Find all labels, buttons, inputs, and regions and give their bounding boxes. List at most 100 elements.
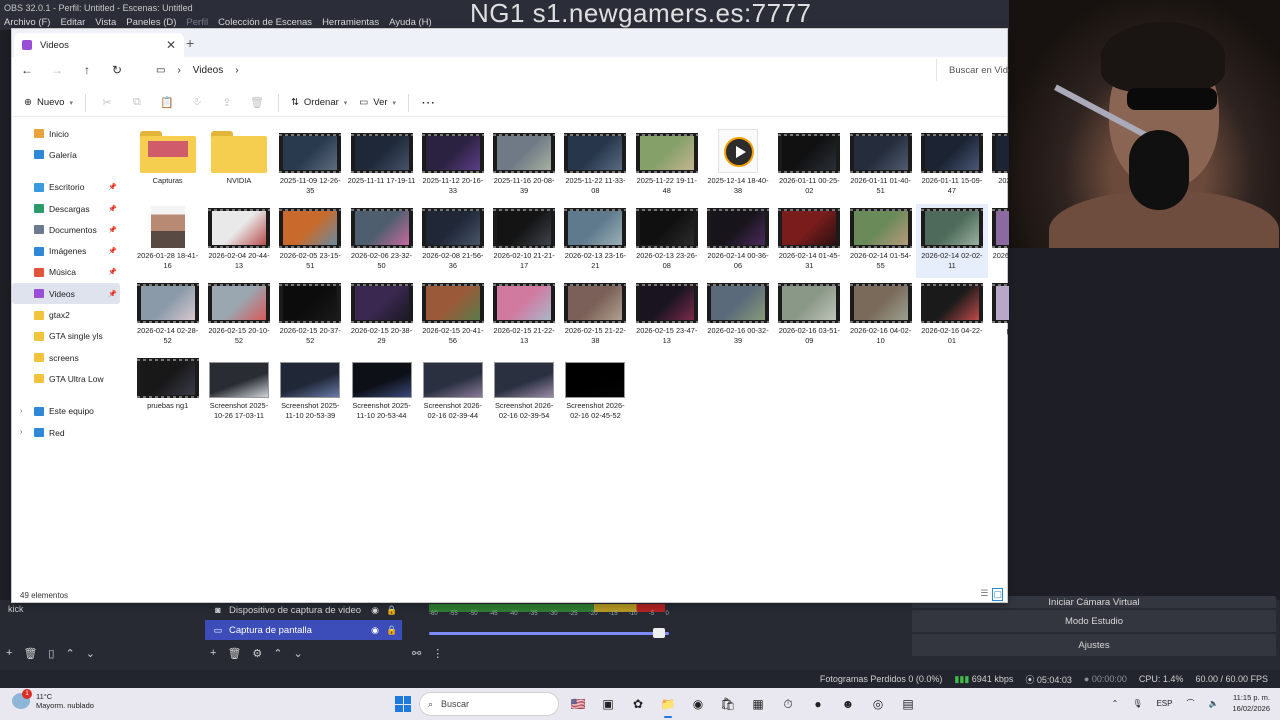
sidebar-item-gta-ultra-low[interactable]: GTA Ultra Low: [12, 368, 120, 389]
new-button[interactable]: ⊕ Nuevo ▾: [24, 97, 73, 108]
file-item[interactable]: 2026-02-15 20-10-52: [203, 279, 274, 353]
file-item[interactable]: 2025-11-22 19-11-48: [631, 129, 702, 203]
file-item[interactable]: Screenshot 2025-11-10 20-53-44: [346, 354, 417, 428]
file-item[interactable]: 2026-02-15 20-38-29: [346, 279, 417, 353]
file-item[interactable]: 2026-01-11 15-: [988, 129, 1009, 203]
address-bar[interactable]: ▭ › Videos ›: [152, 59, 932, 81]
menu-profile[interactable]: Perfil: [186, 17, 208, 28]
file-item[interactable]: 2026-02-15 21-22-38: [560, 279, 631, 353]
file-item[interactable]: 2026-02-13 23-16-21: [560, 204, 631, 278]
flag-icon[interactable]: 🇺🇸: [567, 693, 589, 715]
up-icon[interactable]: ↑: [72, 63, 102, 77]
file-item[interactable]: Screenshot 2025-11-10 20-53-39: [275, 354, 346, 428]
file-item[interactable]: 2026-01-28 18-41-16: [132, 204, 203, 278]
menu-file[interactable]: Archivo (F): [4, 17, 50, 28]
source-item[interactable]: ◙ Dispositivo de captura de video ◉ 🔒: [205, 600, 402, 620]
sidebar-item-gtax2[interactable]: gtax2: [12, 304, 120, 325]
sidebar-item-descargas[interactable]: Descargas 📌: [12, 198, 120, 219]
scene-filter-icon[interactable]: ▯: [48, 647, 54, 660]
sort-button[interactable]: ⇅ Ordenar ▾: [291, 97, 347, 108]
file-item[interactable]: 2026-02-15 21-22-13: [488, 279, 559, 353]
volume-knob[interactable]: [653, 628, 665, 638]
source-down-icon[interactable]: ⌄: [294, 647, 303, 660]
tab-videos[interactable]: Videos ✕: [14, 33, 184, 57]
lock-icon[interactable]: 🔒: [386, 625, 397, 636]
volume-slider[interactable]: [429, 632, 669, 635]
details-view-icon[interactable]: ☰: [980, 588, 988, 601]
volume-icon[interactable]: 🔈: [1208, 699, 1218, 708]
sidebar-item-screens[interactable]: screens: [12, 347, 120, 368]
taskbar-search[interactable]: ⌕ Buscar: [419, 692, 559, 716]
sidebar-item-red[interactable]: › Red: [12, 422, 120, 443]
file-item[interactable]: 2026-02-16 03-51-09: [774, 279, 845, 353]
cut-icon[interactable]: ✂: [98, 96, 116, 109]
file-item[interactable]: 2025-11-11 17-19-11: [346, 129, 417, 203]
file-item[interactable]: 2026-02-15 20-41-56: [417, 279, 488, 353]
rename-icon[interactable]: ⎀: [188, 96, 206, 109]
file-item[interactable]: 2026-02-14 02-28-52: [132, 279, 203, 353]
sidebar-item-este-equipo[interactable]: › Este equipo: [12, 401, 120, 422]
file-item[interactable]: 2026-02-06 23-32-50: [346, 204, 417, 278]
menu-scene-collection[interactable]: Colección de Escenas: [218, 17, 312, 28]
file-item[interactable]: pruebas 2: [988, 279, 1009, 353]
sidebar-item-videos[interactable]: Videos 📌: [12, 283, 120, 305]
close-icon[interactable]: ✕: [166, 38, 176, 52]
eye-icon[interactable]: ◉: [370, 625, 380, 636]
chevron-right-icon[interactable]: ›: [20, 408, 22, 415]
remove-source-icon[interactable]: 🗑: [227, 647, 241, 660]
language-indicator[interactable]: ESP: [1156, 699, 1172, 708]
clock[interactable]: 11:15 p. m. 16/02/2026: [1232, 692, 1270, 714]
file-item[interactable]: 2026-02-15 23-47-13: [631, 279, 702, 353]
file-item[interactable]: 2025-11-22 11-33-08: [560, 129, 631, 203]
sidebar-item-im-genes[interactable]: Imágenes 📌: [12, 240, 120, 261]
more-options-icon[interactable]: ⋯: [421, 94, 435, 111]
task-view-icon[interactable]: ▣: [597, 693, 619, 715]
add-source-icon[interactable]: +: [210, 647, 216, 660]
tray-chevron-icon[interactable]: ⌃: [1112, 699, 1119, 708]
search-input[interactable]: Buscar en Videos: [936, 59, 1009, 81]
file-item[interactable]: 2026-01-11 00-25-02: [774, 129, 845, 203]
lock-icon[interactable]: 🔒: [386, 605, 397, 616]
sidebar-item-inicio[interactable]: Inicio: [12, 123, 120, 144]
back-icon[interactable]: ←: [12, 63, 42, 77]
menu-tools[interactable]: Herramientas: [322, 17, 379, 28]
source-settings-icon[interactable]: ⚙: [252, 647, 262, 660]
eye-icon[interactable]: ◉: [370, 605, 380, 616]
obs-icon[interactable]: ◎: [867, 693, 889, 715]
file-item[interactable]: pruebas ng1: [132, 354, 203, 428]
move-up-icon[interactable]: ⌃: [65, 647, 74, 660]
file-item[interactable]: NVIDIA: [203, 129, 274, 203]
file-item[interactable]: 2026-02-16 04-02-10: [845, 279, 916, 353]
photo-app-icon[interactable]: ▤: [897, 693, 919, 715]
discord-icon[interactable]: ☻: [837, 693, 859, 715]
file-item[interactable]: 2026-02-10 21-21-17: [488, 204, 559, 278]
breadcrumb-videos[interactable]: Videos: [193, 65, 223, 76]
file-item[interactable]: 2026-02-14 02-02-11: [916, 204, 988, 278]
refresh-icon[interactable]: ↻: [102, 63, 132, 77]
weather-widget[interactable]: 1 11°C Mayorm. nublado: [12, 689, 94, 710]
file-item[interactable]: 2025-12-14 18-40-38: [702, 129, 773, 203]
file-item[interactable]: 2026-02-13 23-26-08: [631, 204, 702, 278]
menu-edit[interactable]: Editar: [60, 17, 85, 28]
sidebar-item-gta-single-yls[interactable]: GTA single yls: [12, 326, 120, 347]
share-icon[interactable]: ⇪: [218, 96, 236, 109]
file-item[interactable]: 2026-02-16 04-22-01: [916, 279, 987, 353]
file-item[interactable]: Screenshot 2026-02-16 02-45-52: [560, 354, 631, 428]
file-item[interactable]: Capturas: [132, 129, 203, 203]
move-down-icon[interactable]: ⌄: [86, 647, 95, 660]
mixer-link-icon[interactable]: ⚯: [412, 647, 421, 660]
file-item[interactable]: 2026-02-14 02-14-44: [988, 204, 1009, 278]
file-item[interactable]: 2026-02-05 23-15-51: [275, 204, 346, 278]
tiles-view-icon[interactable]: ▢: [992, 588, 1003, 601]
windows-start-icon[interactable]: [395, 696, 411, 712]
file-item[interactable]: 2026-02-14 01-45-31: [774, 204, 845, 278]
settings-button[interactable]: Ajustes: [912, 634, 1276, 656]
file-item[interactable]: 2026-02-16 00-32-39: [702, 279, 773, 353]
menu-docks[interactable]: Paneles (D): [126, 17, 176, 28]
microphone-icon[interactable]: 🎙: [1132, 699, 1142, 708]
sidebar-item-m-sica[interactable]: Música 📌: [12, 262, 120, 283]
new-tab-icon[interactable]: +: [186, 35, 194, 51]
clock-app-icon[interactable]: ⏱: [777, 693, 799, 715]
chevron-right-icon[interactable]: ›: [20, 429, 22, 436]
source-item[interactable]: ▭ Captura de pantalla ◉ 🔒: [205, 620, 402, 640]
